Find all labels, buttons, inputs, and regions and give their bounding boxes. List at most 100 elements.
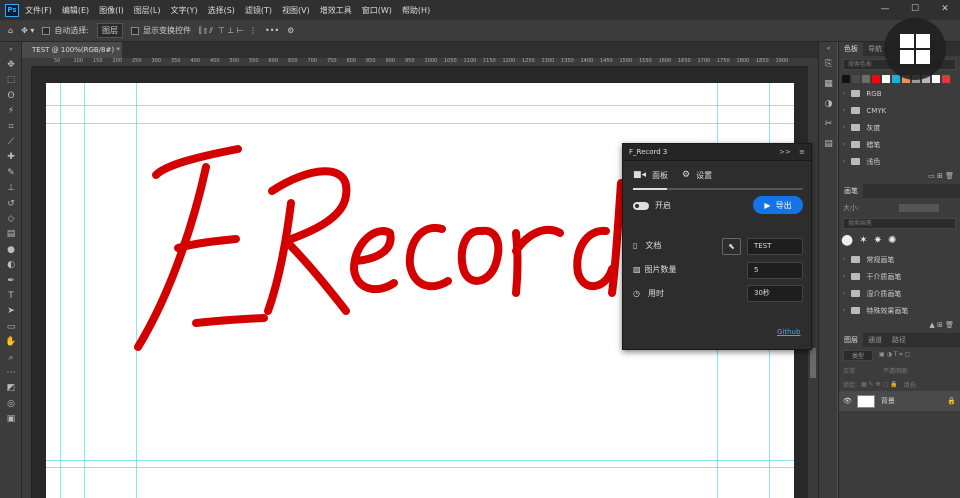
screen-mode-icon[interactable]: ▣: [0, 411, 22, 426]
menu-file[interactable]: 文件(F): [25, 5, 52, 16]
eye-icon[interactable]: 👁: [843, 397, 852, 405]
swatch-footer-icons[interactable]: ▭ ⊞ 🗑: [839, 170, 960, 182]
menu-type[interactable]: 文字(Y): [170, 5, 197, 16]
tools-icon[interactable]: ✂: [819, 114, 838, 134]
align-icons[interactable]: ⫿ ⫾ ⫽ ⊤ ⊥ ⊢ ⋮: [199, 26, 257, 36]
eyedropper-icon[interactable]: ⟋: [0, 134, 22, 149]
menu-layer[interactable]: 图层(L): [134, 5, 161, 16]
more-tools-icon[interactable]: ⋯: [0, 365, 22, 380]
brush-presets[interactable]: ● ✶ ✷ ✺: [839, 229, 960, 251]
layer-row[interactable]: 👁 背景 🔒: [839, 391, 960, 411]
healing-icon[interactable]: ✚: [0, 150, 22, 165]
lock-icons[interactable]: ▦ ✎ ✥ ▢ 🔒: [861, 381, 898, 388]
frecord-header[interactable]: F_Record 3 >> ≡: [623, 144, 811, 161]
color-swatch[interactable]: [882, 75, 890, 83]
collapse-panel-icon[interactable]: >>: [779, 148, 791, 156]
properties-icon[interactable]: ▦: [819, 74, 838, 94]
image-count-field[interactable]: 5: [747, 262, 803, 279]
layer-name[interactable]: 背景: [881, 396, 895, 406]
move-tool-icon[interactable]: ✥ ▾: [21, 26, 34, 35]
menu-window[interactable]: 窗口(W): [362, 5, 392, 16]
scrollbar-thumb[interactable]: [810, 348, 816, 378]
layer-kind-filter[interactable]: 类型: [843, 349, 874, 361]
history-brush-icon[interactable]: ↺: [0, 196, 22, 211]
brush-size-slider[interactable]: [899, 204, 940, 212]
tab-layers[interactable]: 图层: [839, 333, 863, 347]
eraser-icon[interactable]: ◇: [0, 211, 22, 226]
move-icon[interactable]: ✥: [0, 57, 22, 72]
blur-icon[interactable]: ●: [0, 242, 22, 257]
swatch-folder[interactable]: › RGB: [839, 85, 960, 102]
pick-document-button[interactable]: ⬉: [722, 238, 741, 255]
export-button[interactable]: ▶ 导出: [753, 196, 803, 214]
tab-settings[interactable]: ⚙ 设置: [682, 170, 712, 181]
enable-toggle[interactable]: [633, 201, 649, 210]
history-icon[interactable]: ⎘: [819, 54, 838, 74]
menu-image[interactable]: 图像(I): [99, 5, 124, 16]
brush-folder[interactable]: › 常规画笔: [839, 251, 960, 268]
color-swatch[interactable]: [932, 75, 940, 83]
more-button[interactable]: •••: [265, 26, 279, 35]
time-field[interactable]: 30秒: [747, 285, 803, 302]
menu-help[interactable]: 帮助(H): [402, 5, 430, 16]
show-transform-checkbox[interactable]: [131, 26, 140, 35]
collapse-panels-icon[interactable]: «: [819, 42, 838, 54]
shape-icon[interactable]: ▭: [0, 319, 22, 334]
document-field[interactable]: TEST: [747, 238, 803, 255]
settings-gear-icon[interactable]: ⚙: [287, 26, 294, 35]
hand-icon[interactable]: ✋: [0, 334, 22, 349]
tab-paths[interactable]: 路径: [887, 335, 911, 345]
marquee-icon[interactable]: ⬚: [0, 73, 22, 88]
github-link[interactable]: Github: [777, 328, 800, 336]
magic-wand-icon[interactable]: ⚡: [0, 104, 22, 119]
lasso-icon[interactable]: ʘ: [0, 88, 22, 103]
swatch-folder[interactable]: › 浅色: [839, 153, 960, 170]
brush-folder[interactable]: › 湿介质画笔: [839, 285, 960, 302]
maximize-button[interactable]: ☐: [900, 0, 930, 18]
brush-footer-icons[interactable]: ▲ ⊞ 🗑: [839, 319, 960, 331]
minimize-button[interactable]: —: [870, 0, 900, 18]
menu-edit[interactable]: 编辑(E): [62, 5, 89, 16]
stamp-icon[interactable]: ⊥: [0, 181, 22, 196]
tab-brushes[interactable]: 画笔: [839, 184, 863, 198]
brush-folder[interactable]: › 特殊效果画笔: [839, 302, 960, 319]
menu-filter[interactable]: 滤镜(T): [245, 5, 272, 16]
brush-icon[interactable]: ✎: [0, 165, 22, 180]
swatch-folder[interactable]: › 灰度: [839, 119, 960, 136]
swatch-folder[interactable]: › 蜡笔: [839, 136, 960, 153]
brush-folder[interactable]: › 干介质画笔: [839, 268, 960, 285]
tab-channels[interactable]: 通道: [863, 335, 887, 345]
color-swatches-icon[interactable]: ◩: [0, 381, 22, 396]
zoom-icon[interactable]: ⌕: [0, 350, 22, 365]
crop-icon[interactable]: ⌗: [0, 119, 22, 134]
document-tab[interactable]: TEST @ 100%(RGB/8#) * ×: [22, 42, 122, 70]
brush-search-input[interactable]: 搜索画笔: [843, 218, 956, 229]
color-swatch[interactable]: [852, 75, 860, 83]
pen-icon[interactable]: ✒: [0, 273, 22, 288]
tab-panel[interactable]: ■◂ 面板: [633, 170, 668, 181]
menu-select[interactable]: 选择(S): [208, 5, 235, 16]
menu-view[interactable]: 视图(V): [282, 5, 310, 16]
color-swatch[interactable]: [892, 75, 900, 83]
layer-filter-icons[interactable]: ▣ ◑ T ⌗ ▢: [879, 351, 910, 359]
path-select-icon[interactable]: ➤: [0, 304, 22, 319]
swatch-folder[interactable]: › CMYK: [839, 102, 960, 119]
color-swatch[interactable]: [942, 75, 950, 83]
close-window-button[interactable]: ✕: [930, 0, 960, 18]
menu-plugins[interactable]: 增效工具: [320, 5, 352, 16]
color-swatch[interactable]: [872, 75, 880, 83]
color-swatch[interactable]: [862, 75, 870, 83]
layer-dropdown[interactable]: 图层: [97, 23, 124, 38]
blend-mode-select[interactable]: 正常: [843, 366, 883, 375]
gradient-icon[interactable]: ▤: [0, 227, 22, 242]
tab-swatches[interactable]: 色板: [839, 42, 863, 56]
auto-select-checkbox[interactable]: [42, 26, 51, 35]
quick-mask-icon[interactable]: ◎: [0, 396, 22, 411]
color-swatch[interactable]: [842, 75, 850, 83]
home-icon[interactable]: ⌂: [8, 26, 13, 35]
collapse-icon[interactable]: »: [0, 42, 22, 57]
type-icon[interactable]: T: [0, 288, 22, 303]
dodge-icon[interactable]: ◐: [0, 257, 22, 272]
panel-menu-icon[interactable]: ≡: [799, 148, 805, 156]
adjustments-icon[interactable]: ◑: [819, 94, 838, 114]
